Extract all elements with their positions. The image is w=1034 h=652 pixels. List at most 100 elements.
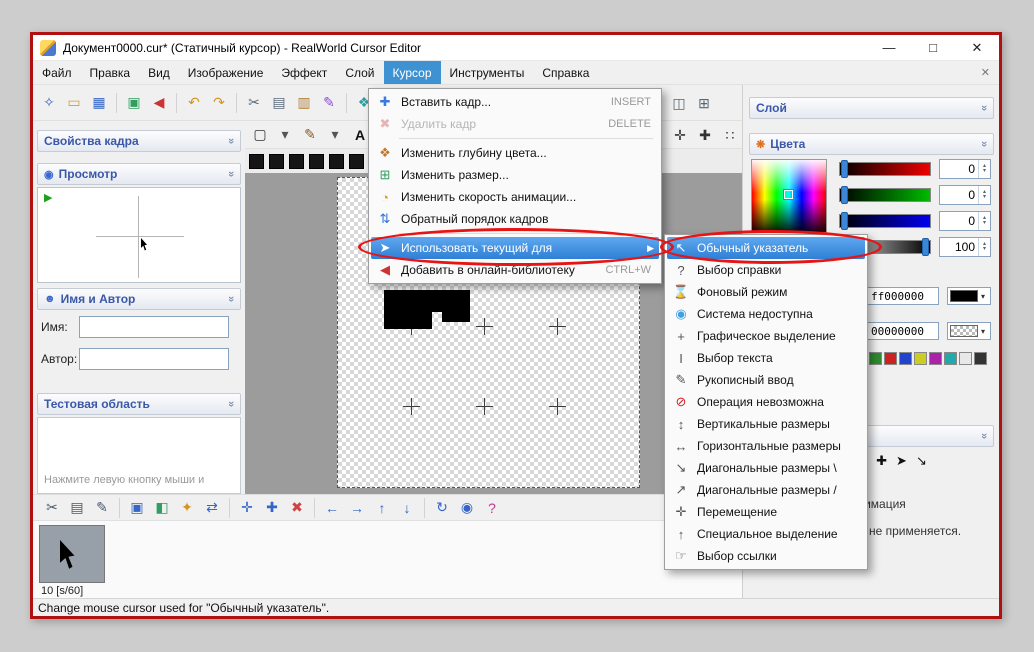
brush-icon[interactable]: ✎: [91, 497, 113, 519]
pencil-dropdown-icon[interactable]: ▾: [324, 124, 346, 146]
save-icon[interactable]: ▦: [88, 92, 110, 114]
color-hex-input[interactable]: ff000000: [867, 287, 939, 305]
menubar-item-5[interactable]: Слой: [336, 61, 383, 84]
secondary-color-swatch[interactable]: ▾: [947, 322, 991, 340]
play-icon[interactable]: ▶: [44, 191, 52, 204]
zoom-grid-icon[interactable]: ⊞: [693, 92, 715, 114]
menubar-item-1[interactable]: Правка: [81, 61, 140, 84]
shift-right-icon[interactable]: →: [346, 497, 368, 519]
chevron-icon[interactable]: »: [225, 296, 237, 302]
canvas-icon[interactable]: ▣: [126, 497, 148, 519]
document-close-icon[interactable]: ✕: [972, 61, 999, 84]
palette-swatch[interactable]: [884, 352, 897, 365]
copy-icon[interactable]: ▤: [66, 497, 88, 519]
submenu-item-diagonal-resize-1[interactable]: ↘Диагональные размеры \: [667, 457, 865, 479]
palette-swatch[interactable]: [869, 352, 882, 365]
submenu-item-working-in-background[interactable]: ⌛Фоновый режим: [667, 281, 865, 303]
grid-view-icon[interactable]: ◫: [668, 92, 690, 114]
menu-item-add-to-online-library[interactable]: ◀Добавить в онлайн-библиотекуCTRL+W: [371, 259, 659, 281]
slider-handle[interactable]: [841, 212, 848, 230]
select-tool-icon[interactable]: ▢: [249, 124, 271, 146]
paste-icon[interactable]: ▥: [293, 92, 315, 114]
publish-icon[interactable]: ◀: [148, 92, 170, 114]
menu-item-change-size[interactable]: ⊞Изменить размер...: [371, 164, 659, 186]
palette-swatch[interactable]: [914, 352, 927, 365]
hotspot-tool-icon[interactable]: ✛: [669, 124, 691, 146]
effect-icon[interactable]: ✦: [176, 497, 198, 519]
globe-icon[interactable]: ◉: [456, 497, 478, 519]
submenu-item-horizontal-resize[interactable]: ↔Горизонтальные размеры: [667, 435, 865, 457]
palette-swatch[interactable]: [974, 352, 987, 365]
brush-icon[interactable]: ✎: [318, 92, 340, 114]
submenu-item-system-busy[interactable]: ◉Система недоступна: [667, 303, 865, 325]
chevron-icon[interactable]: »: [978, 105, 990, 111]
submenu-item-handwriting[interactable]: ✎Рукописный ввод: [667, 369, 865, 391]
close-button[interactable]: ✕: [955, 35, 999, 60]
pattern-tool-icon[interactable]: ∷: [719, 124, 741, 146]
brush-swatch[interactable]: [269, 154, 284, 169]
submenu-item-alternate-select[interactable]: ↑Специальное выделение: [667, 523, 865, 545]
shape-preset[interactable]: ➤: [896, 453, 907, 469]
palette-swatch[interactable]: [929, 352, 942, 365]
add-icon[interactable]: ✚: [261, 497, 283, 519]
color-slider[interactable]: [839, 162, 931, 176]
redo-icon[interactable]: ↷: [208, 92, 230, 114]
copy-icon[interactable]: ▤: [268, 92, 290, 114]
brush-swatch[interactable]: [289, 154, 304, 169]
menubar-item-8[interactable]: Справка: [533, 61, 598, 84]
pencil-tool-icon[interactable]: ✎: [299, 124, 321, 146]
spin-down-icon[interactable]: ▾: [983, 169, 986, 174]
palette-swatch[interactable]: [899, 352, 912, 365]
swap-icon[interactable]: ⇄: [201, 497, 223, 519]
menubar-item-4[interactable]: Эффект: [272, 61, 336, 84]
menu-item-change-animation-speed[interactable]: ◔Изменить скорость анимации...: [371, 186, 659, 208]
rotate-icon[interactable]: ↻: [431, 497, 453, 519]
shape-preset[interactable]: ↘: [916, 453, 927, 469]
export-image-icon[interactable]: ▣: [123, 92, 145, 114]
color-value-input[interactable]: 100▴▾: [939, 237, 991, 257]
undo-icon[interactable]: ↶: [183, 92, 205, 114]
menu-item-reverse-frame-order[interactable]: ⇅Обратный порядок кадров: [371, 208, 659, 230]
brush-swatch[interactable]: [249, 154, 264, 169]
menubar-item-0[interactable]: Файл: [33, 61, 81, 84]
brush-swatch[interactable]: [309, 154, 324, 169]
submenu-item-unavailable[interactable]: ⊘Операция невозможна: [667, 391, 865, 413]
color-slider[interactable]: [839, 214, 931, 228]
cut-icon[interactable]: ✂: [41, 497, 63, 519]
shift-left-icon[interactable]: ←: [321, 497, 343, 519]
color-value-input[interactable]: 0▴▾: [939, 159, 991, 179]
color-picker-marker[interactable]: [784, 190, 793, 199]
brush-swatch[interactable]: [349, 154, 364, 169]
slider-handle[interactable]: [922, 238, 929, 256]
color-value-input[interactable]: 0▴▾: [939, 211, 991, 231]
submenu-item-help-select[interactable]: ?Выбор справки: [667, 259, 865, 281]
author-input[interactable]: [79, 348, 229, 370]
menu-item-insert-frame[interactable]: ✚Вставить кадр...INSERT: [371, 91, 659, 113]
image-icon[interactable]: ◧: [151, 497, 173, 519]
secondary-hex-input[interactable]: 00000000: [867, 322, 939, 340]
add-tool-icon[interactable]: ✚: [694, 124, 716, 146]
spin-down-icon[interactable]: ▾: [983, 221, 986, 226]
menu-item-use-current-for[interactable]: ➤Использовать текущий для▶: [371, 237, 659, 259]
chevron-icon[interactable]: »: [978, 141, 990, 147]
shift-down-icon[interactable]: ↓: [396, 497, 418, 519]
new-document-icon[interactable]: ✧: [38, 92, 60, 114]
cut-icon[interactable]: ✂: [243, 92, 265, 114]
primary-color-swatch[interactable]: ▾: [947, 287, 991, 305]
slider-handle[interactable]: [841, 186, 848, 204]
menu-item-change-color-depth[interactable]: ❖Изменить глубину цвета...: [371, 142, 659, 164]
submenu-item-link-select[interactable]: ☞Выбор ссылки: [667, 545, 865, 567]
shift-up-icon[interactable]: ↑: [371, 497, 393, 519]
maximize-button[interactable]: □: [911, 35, 955, 60]
move-icon[interactable]: ✛: [236, 497, 258, 519]
chevron-icon[interactable]: »: [225, 138, 237, 144]
test-area-header[interactable]: Тестовая область »: [37, 393, 241, 415]
preview-header[interactable]: ◉ Просмотр »: [37, 163, 241, 185]
palette-swatch[interactable]: [944, 352, 957, 365]
color-picker[interactable]: [751, 159, 827, 233]
color-slider[interactable]: [839, 188, 931, 202]
spin-down-icon[interactable]: ▾: [983, 195, 986, 200]
slider-handle[interactable]: [841, 160, 848, 178]
menubar-item-7[interactable]: Инструменты: [441, 61, 534, 84]
menubar-item-2[interactable]: Вид: [139, 61, 179, 84]
